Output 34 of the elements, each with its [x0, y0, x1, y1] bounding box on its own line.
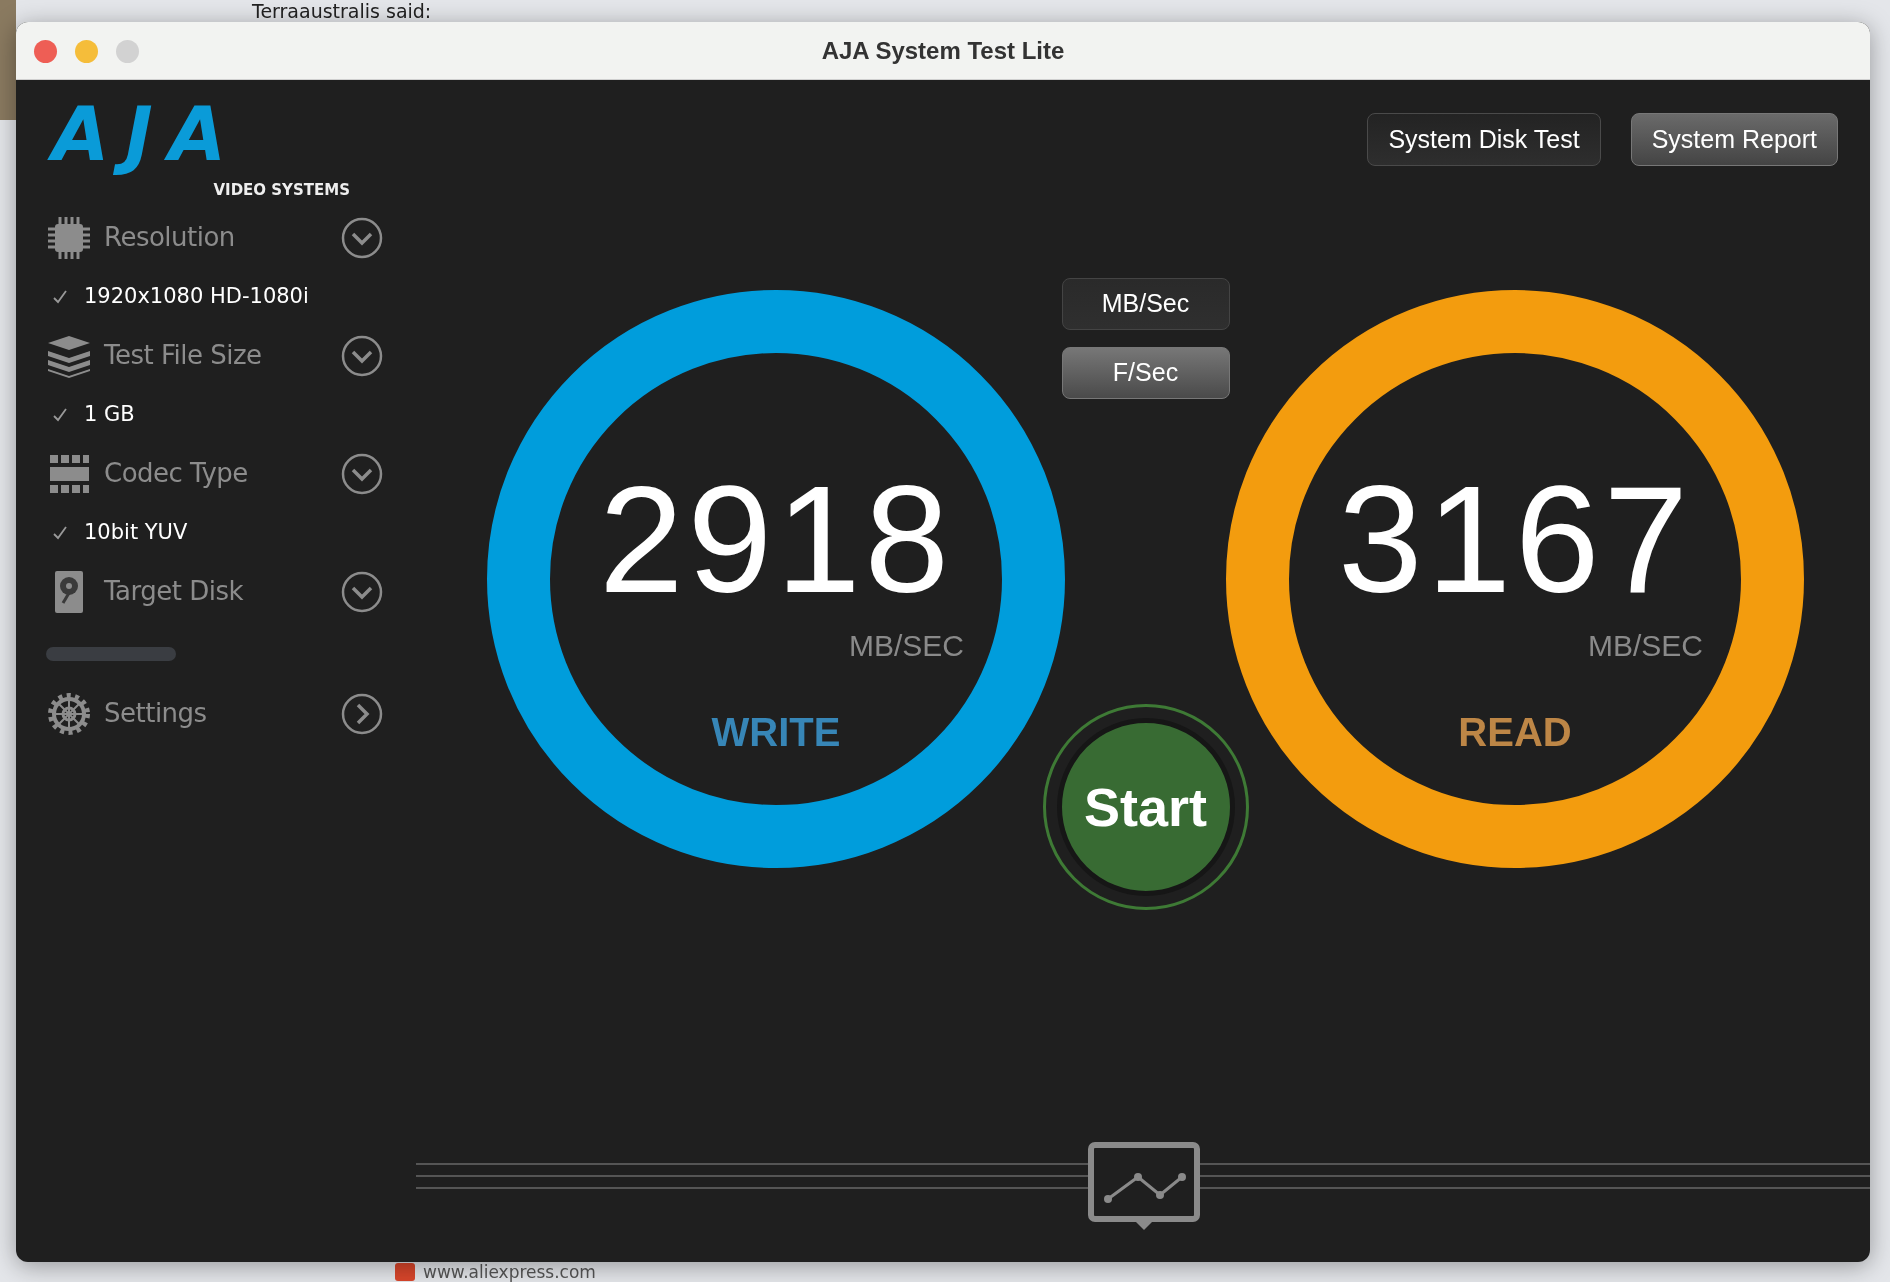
unit-toggle[interactable]: F/Sec: [1061, 347, 1230, 399]
gear-icon: [46, 690, 92, 737]
site-logo-icon: [395, 1263, 415, 1281]
gauge-label: WRITE: [711, 709, 841, 756]
section-label: Resolution: [104, 221, 236, 255]
gauge-value: 3167: [1337, 463, 1693, 615]
selected-value: 10bit YUV: [84, 519, 188, 547]
graph-toggle-button[interactable]: [1088, 1142, 1200, 1232]
selected-value: 1 GB: [84, 401, 135, 429]
chip-icon: [46, 214, 92, 261]
section-label: Settings: [104, 697, 208, 731]
gauge-unit: MB/SEC: [848, 628, 964, 664]
section-label: Codec Type: [104, 457, 249, 491]
chevron-right-icon[interactable]: [341, 692, 383, 735]
chevron-down-icon[interactable]: [341, 216, 383, 259]
toolbar-button[interactable]: System Report: [1630, 113, 1838, 166]
gauge-value: 2918: [598, 463, 954, 615]
close-button[interactable]: [34, 40, 57, 63]
start-button[interactable]: Start: [1056, 718, 1235, 896]
post-author-text: Terraaustralis said:: [252, 0, 432, 22]
chevron-down-icon[interactable]: [341, 334, 383, 377]
toolbar-button[interactable]: System Disk Test: [1367, 113, 1601, 166]
window-title: AJA System Test Lite: [821, 35, 1065, 66]
unit-toggle[interactable]: MB/Sec: [1061, 278, 1230, 330]
logo-tagline: VIDEO SYSTEMS: [213, 180, 350, 199]
selected-value: 1920x1080 HD-1080i: [84, 283, 309, 311]
logo-text: AJA: [46, 90, 251, 179]
section-label: Test File Size: [104, 339, 263, 373]
chevron-down-icon[interactable]: [341, 452, 383, 495]
chevron-down-icon[interactable]: [341, 570, 383, 613]
link-domain-text[interactable]: www.aliexpress.com: [423, 1262, 596, 1282]
gauge-label: READ: [1458, 709, 1572, 756]
section-label: Target Disk: [104, 575, 245, 609]
gauge-unit: MB/SEC: [1587, 628, 1703, 664]
